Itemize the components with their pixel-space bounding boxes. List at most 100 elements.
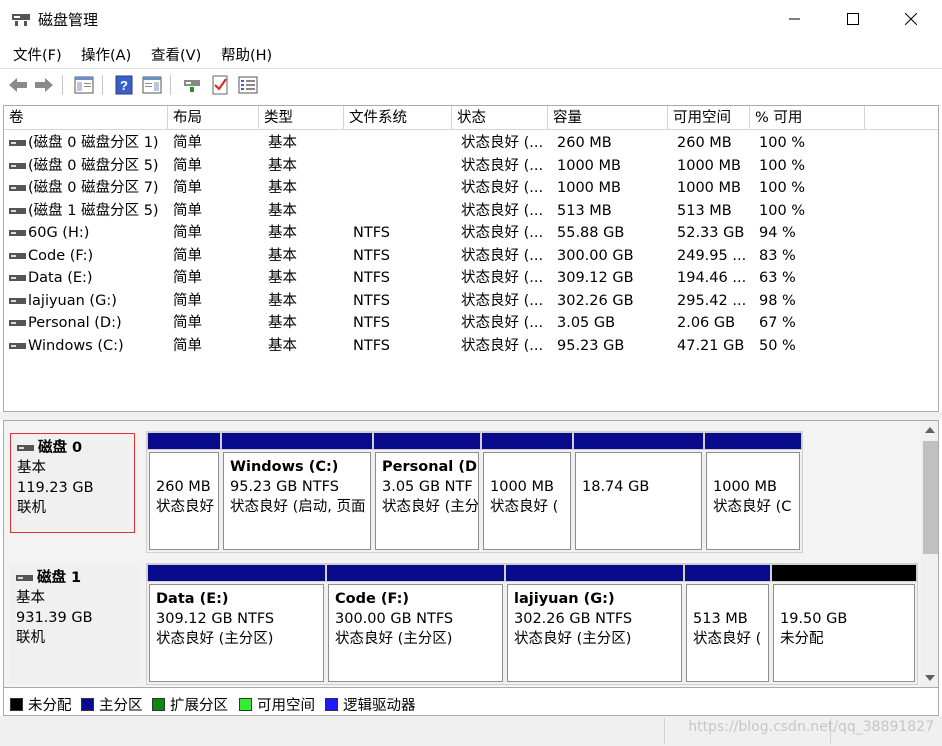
cell-filesystem: NTFS <box>353 247 390 264</box>
volume-row[interactable]: Windows (C:) 简单 基本 NTFS 状态良好 (... 95.23 GB 47.… <box>4 335 938 358</box>
cell-type: 基本 <box>268 202 297 219</box>
disk-0-label[interactable]: 磁盘 0 基本 119.23 GB 联机 <box>10 433 135 533</box>
column-header-status[interactable]: 状态 <box>452 106 548 130</box>
partition-body: Code (F:) 300.00 GB NTFS 状态良好 (主分区) <box>328 584 503 682</box>
volume-row[interactable]: Personal (D:) 简单 基本 NTFS 状态良好 (... 3.05 GB 2.0… <box>4 312 938 335</box>
cell-filesystem: NTFS <box>353 292 390 309</box>
menu-action[interactable]: 操作(A) <box>81 44 131 65</box>
properties-button[interactable] <box>141 74 163 96</box>
pane-splitter[interactable] <box>0 412 942 420</box>
cell-status: 状态良好 (... <box>461 202 544 219</box>
checklist-button[interactable] <box>209 74 231 96</box>
cell-filesystem <box>353 155 456 177</box>
console-tree-button[interactable] <box>73 74 95 96</box>
cell-status: 状态良好 (... <box>461 180 544 196</box>
volume-row[interactable]: Data (E:) 简单 基本 NTFS 状态良好 (... 309.12 GB 194.4… <box>4 267 938 290</box>
volume-row[interactable]: (磁盘 0 磁盘分区 7) 简单 基本 状态良好 (... 1000 MB 1000 MB… <box>4 177 938 200</box>
partition-data-e[interactable]: Data (E:) 309.12 GB NTFS 状态良好 (主分区) <box>147 564 326 684</box>
partition-personal-d[interactable]: Personal (D 3.05 GB NTF 状态良好 (主分 <box>373 432 481 552</box>
partition-type-bar <box>684 564 771 582</box>
partition-code-f[interactable]: Code (F:) 300.00 GB NTFS 状态良好 (主分区) <box>326 564 505 684</box>
cell-capacity: 309.12 GB <box>557 270 634 286</box>
column-header-blank <box>865 106 938 130</box>
window-title: 磁盘管理 <box>38 11 99 29</box>
connect-disk-button[interactable] <box>181 74 203 96</box>
disk-icon <box>17 445 34 451</box>
cell-status: 状态良好 (... <box>461 225 544 241</box>
volume-icon <box>9 320 26 326</box>
partition-disk0-1[interactable]: 260 MB 状态良好 <box>147 432 221 552</box>
minimize-button[interactable] <box>766 0 824 38</box>
scroll-up-arrow-icon[interactable] <box>925 427 935 433</box>
cell-volume: (磁盘 1 磁盘分区 5) <box>28 202 159 219</box>
cell-capacity: 260 MB <box>557 135 612 151</box>
partition-body: 513 MB 状态良好 ( <box>686 584 769 682</box>
partition-windows-c[interactable]: Windows (C:) 95.23 GB NTFS 状态良好 (启动, 页面 <box>221 432 373 552</box>
column-header-free-space[interactable]: 可用空间 <box>668 106 750 130</box>
partition-disk0-7[interactable]: 1000 MB 状态良好 (C <box>704 432 802 552</box>
cell-filesystem: NTFS <box>353 337 390 354</box>
menu-file[interactable]: 文件(F) <box>13 44 62 65</box>
cell-percent-free: 100 % <box>759 157 806 174</box>
partition-lajiyuan-g[interactable]: lajiyuan (G:) 302.26 GB NTFS 状态良好 (主分区) <box>505 564 684 684</box>
column-header-capacity[interactable]: 容量 <box>548 106 668 130</box>
close-button[interactable] <box>882 0 940 38</box>
cell-status: 状态良好 (... <box>461 270 544 286</box>
cell-capacity: 1000 MB <box>557 180 621 196</box>
cell-volume: (磁盘 0 磁盘分区 7) <box>28 180 159 196</box>
column-header-layout[interactable]: 布局 <box>168 106 259 130</box>
cell-free-space: 249.95 ... <box>677 247 747 264</box>
column-header-type[interactable]: 类型 <box>259 106 344 130</box>
cell-type: 基本 <box>268 225 297 241</box>
partition-disk0-5[interactable]: 1000 MB 状态良好 ( <box>481 432 573 552</box>
cell-free-space: 260 MB <box>677 135 732 151</box>
legend-unallocated: 未分配 <box>10 694 72 715</box>
legend-swatch <box>152 698 165 711</box>
column-header-volume[interactable]: 卷 <box>4 106 168 130</box>
cell-free-space: 2.06 GB <box>677 315 736 331</box>
cell-filesystem <box>353 132 456 154</box>
cell-type: 基本 <box>268 270 297 286</box>
cell-layout: 简单 <box>173 337 202 354</box>
volume-row[interactable]: Code (F:) 简单 基本 NTFS 状态良好 (... 300.00 GB 249.9… <box>4 245 938 268</box>
cell-percent-free: 50 % <box>759 337 796 354</box>
partition-type-bar <box>147 564 326 582</box>
back-button[interactable] <box>7 74 29 96</box>
partition-60g-h[interactable]: 18.74 GB <box>573 432 704 552</box>
help-button[interactable]: ? <box>113 74 135 96</box>
cell-percent-free: 83 % <box>759 247 796 264</box>
volume-row[interactable]: lajiyuan (G:) 简单 基本 NTFS 状态良好 (... 302.26 GB 2… <box>4 290 938 313</box>
cell-free-space: 52.33 GB <box>677 225 745 241</box>
disk-0-title: 磁盘 0 <box>17 438 128 458</box>
maximize-button[interactable] <box>824 0 882 38</box>
scroll-down-arrow-icon[interactable] <box>925 675 935 681</box>
volume-row[interactable]: (磁盘 0 磁盘分区 1) 简单 基本 状态良好 (... 260 MB 260 MB 10… <box>4 132 938 155</box>
partition-body: 19.50 GB 未分配 <box>773 584 915 682</box>
cell-status: 状态良好 (... <box>461 292 544 309</box>
partition-type-bar <box>505 564 684 582</box>
volume-row[interactable]: 60G (H:) 简单 基本 NTFS 状态良好 (... 55.88 GB 52.33 G… <box>4 222 938 245</box>
volume-row[interactable]: (磁盘 1 磁盘分区 5) 简单 基本 状态良好 (... 513 MB 513 MB 10… <box>4 200 938 223</box>
disk-1-label[interactable]: 磁盘 1 基本 931.39 GB 联机 <box>10 564 140 684</box>
toolbar-separator <box>102 75 103 95</box>
partition-unallocated[interactable]: 19.50 GB 未分配 <box>771 564 917 684</box>
menu-help[interactable]: 帮助(H) <box>221 44 272 65</box>
cell-type: 基本 <box>268 337 297 354</box>
title-bar: 磁盘管理 <box>0 0 942 38</box>
volume-list-header: 卷 布局 类型 文件系统 状态 容量 可用空间 % 可用 <box>4 106 938 130</box>
forward-button[interactable] <box>33 74 55 96</box>
graphical-view-scrollbar[interactable] <box>921 421 938 687</box>
cell-free-space: 513 MB <box>677 202 732 219</box>
details-button[interactable] <box>237 74 259 96</box>
scroll-thumb[interactable] <box>923 441 938 554</box>
volume-icon <box>9 162 26 169</box>
watermark: https://blog.csdn.net/qq_38891827 <box>688 719 934 735</box>
column-header-percent-free[interactable]: % 可用 <box>750 106 865 130</box>
cell-status: 状态良好 (... <box>461 247 544 264</box>
volume-row[interactable]: (磁盘 0 磁盘分区 5) 简单 基本 状态良好 (... 1000 MB 1000 MB… <box>4 155 938 178</box>
disk-1-title: 磁盘 1 <box>16 568 134 588</box>
column-header-filesystem[interactable]: 文件系统 <box>344 106 452 130</box>
partition-disk1-5[interactable]: 513 MB 状态良好 ( <box>684 564 771 684</box>
menu-view[interactable]: 查看(V) <box>151 44 201 65</box>
partition-type-bar <box>771 564 917 582</box>
